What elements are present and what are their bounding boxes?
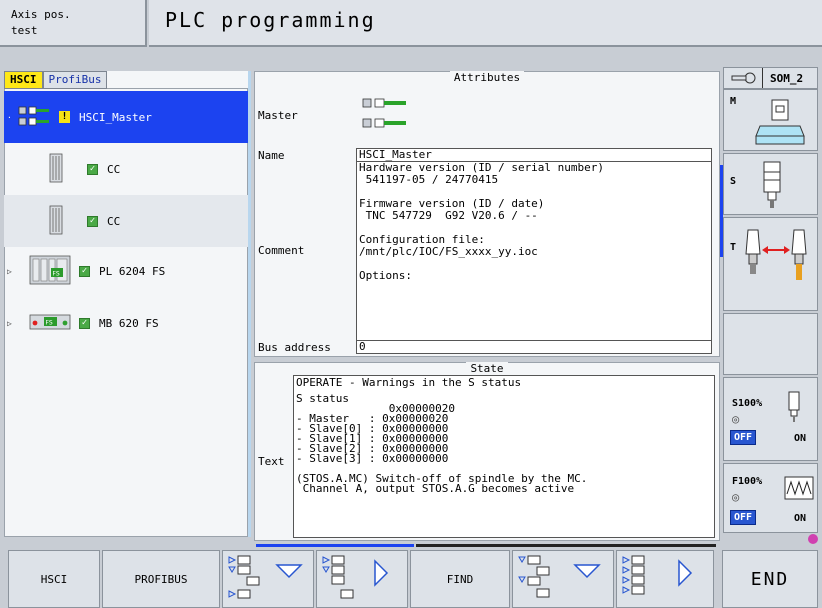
softkey-expand-tree[interactable] bbox=[316, 550, 408, 608]
spindle-override-key[interactable]: S100% ◎ OFF ON bbox=[723, 377, 818, 461]
softkey-page-indicator-active bbox=[256, 544, 414, 547]
expand-arrow-icon[interactable]: ▷ bbox=[7, 267, 17, 276]
spindle-small-icon bbox=[786, 390, 802, 427]
feed-override-key[interactable]: F100% ◎ OFF ON bbox=[723, 463, 818, 533]
attributes-title: Attributes bbox=[449, 71, 525, 84]
attributes-panel: Attributes Master Name HSCI_Master Comme… bbox=[254, 71, 720, 357]
feed-off-button[interactable]: OFF bbox=[730, 510, 757, 525]
pl-module-icon: FS bbox=[29, 254, 71, 289]
tab-hsci[interactable]: HSCI bbox=[4, 71, 43, 89]
name-field[interactable]: HSCI_Master bbox=[356, 148, 712, 162]
ok-check-icon: ✓ bbox=[87, 215, 98, 227]
ok-check-icon: ✓ bbox=[87, 163, 98, 175]
status-line: OPERATE - Warnings in the S status bbox=[296, 376, 522, 389]
comment-line: TNC 547729 G92 V20.6 / -- bbox=[359, 209, 538, 222]
collapse-tree-icon bbox=[225, 553, 311, 606]
cc-module-icon bbox=[49, 205, 63, 238]
mode-line-1: Axis pos. bbox=[11, 8, 71, 21]
softkey-page-indicator bbox=[416, 544, 716, 547]
splitter[interactable] bbox=[248, 71, 251, 537]
expand-tree-icon bbox=[319, 553, 405, 606]
comment-line: /mnt/plc/IOC/FS_xxxx_yy.ioc bbox=[359, 245, 538, 258]
status-dot-icon bbox=[808, 534, 818, 544]
master-connector-icon bbox=[359, 91, 409, 139]
hsci-connector-icon bbox=[17, 104, 51, 131]
page-title: PLC programming bbox=[149, 0, 822, 47]
key-icon bbox=[730, 72, 756, 87]
state-line: - Slave[3] : 0x00000000 bbox=[296, 452, 449, 465]
softkey-collapse-tree[interactable] bbox=[222, 550, 314, 608]
svg-text:FS: FS bbox=[53, 270, 60, 277]
tree-item-mb620[interactable]: ▷ FS ✓ MB 620 FS bbox=[4, 297, 248, 349]
name-label: Name bbox=[258, 149, 285, 162]
tree-item-label: PL 6204 FS bbox=[99, 264, 166, 278]
expand-arrow-icon[interactable]: ▷ bbox=[7, 319, 17, 328]
comment-field[interactable]: Hardware version (ID / serial number) 54… bbox=[356, 161, 712, 341]
feed-wave-icon bbox=[784, 476, 814, 503]
warning-icon: ! bbox=[59, 111, 70, 123]
master-label: Master bbox=[258, 109, 298, 122]
softkey-hsci[interactable]: HSCI bbox=[8, 550, 100, 608]
override-dial-icon: ◎ bbox=[732, 412, 740, 426]
softkey-collapse-all[interactable] bbox=[512, 550, 614, 608]
m-function-key[interactable]: M bbox=[723, 89, 818, 151]
mb-panel-icon: FS bbox=[29, 312, 71, 335]
comment-label: Comment bbox=[258, 244, 305, 257]
operating-mode-panel: Axis pos. test bbox=[0, 0, 147, 47]
bus-address-label: Bus address bbox=[258, 341, 331, 354]
empty-right-key[interactable] bbox=[723, 313, 818, 375]
tree-item-pl6204[interactable]: ▷ FS ✓ PL 6204 FS bbox=[4, 245, 248, 297]
som-key[interactable]: SOM_2 bbox=[723, 67, 818, 89]
ok-check-icon: ✓ bbox=[79, 265, 90, 277]
tool-change-icon bbox=[744, 226, 814, 293]
tab-bar: HSCI ProfiBus bbox=[4, 71, 248, 89]
comment-line: 541197-05 / 24770415 bbox=[359, 173, 499, 186]
svg-text:FS: FS bbox=[46, 319, 53, 326]
tab-profibus[interactable]: ProfiBus bbox=[42, 71, 108, 89]
collapse-all-icon bbox=[515, 553, 611, 606]
spindle-on-label: ON bbox=[794, 433, 807, 444]
spindle-icon bbox=[760, 160, 784, 215]
softkey-expand-all[interactable] bbox=[616, 550, 714, 608]
tree-item-cc-2[interactable]: ✓ CC bbox=[4, 195, 248, 247]
ok-check-icon: ✓ bbox=[79, 317, 90, 329]
s-label: S bbox=[730, 176, 737, 187]
som-label: SOM_2 bbox=[770, 72, 804, 85]
text-label: Text bbox=[258, 455, 285, 468]
expand-all-icon bbox=[619, 553, 711, 606]
tree-item-label: CC bbox=[107, 214, 121, 228]
m-label: M bbox=[730, 96, 737, 107]
t-label: T bbox=[730, 242, 737, 253]
feed-override-label: F100% bbox=[732, 476, 763, 487]
machine-table-icon bbox=[754, 98, 806, 149]
tree-item-label: CC bbox=[107, 162, 121, 176]
tree-dot: · bbox=[7, 112, 12, 122]
state-panel: State Text OPERATE - Warnings in the S s… bbox=[254, 362, 720, 541]
spindle-off-button[interactable]: OFF bbox=[730, 430, 757, 445]
state-title: State bbox=[466, 362, 508, 375]
override-dial-icon: ◎ bbox=[732, 490, 740, 504]
tree-item-hsci-master[interactable]: · ! HSCI_Master bbox=[4, 91, 248, 143]
spindle-override-label: S100% bbox=[732, 398, 763, 409]
s-function-key[interactable]: S bbox=[723, 153, 818, 215]
state-line: Channel A, output STOS.A.G becomes activ… bbox=[296, 482, 575, 495]
tree-item-label: HSCI_Master bbox=[79, 110, 152, 124]
cc-module-icon bbox=[49, 153, 63, 186]
comment-line: Options: bbox=[359, 269, 412, 282]
bus-address-field[interactable]: 0 bbox=[356, 340, 712, 354]
t-function-key[interactable]: T bbox=[723, 217, 818, 311]
softkey-profibus[interactable]: PROFIBUS bbox=[102, 550, 220, 608]
feed-on-label: ON bbox=[794, 513, 807, 524]
softkey-find[interactable]: FIND bbox=[410, 550, 510, 608]
state-text-field[interactable]: OPERATE - Warnings in the S status S stat… bbox=[293, 375, 715, 538]
tree-item-cc-1[interactable]: ✓ CC bbox=[4, 143, 248, 195]
tree-item-label: MB 620 FS bbox=[99, 316, 159, 330]
softkey-end[interactable]: END bbox=[722, 550, 818, 608]
mode-line-2: test bbox=[11, 24, 38, 37]
